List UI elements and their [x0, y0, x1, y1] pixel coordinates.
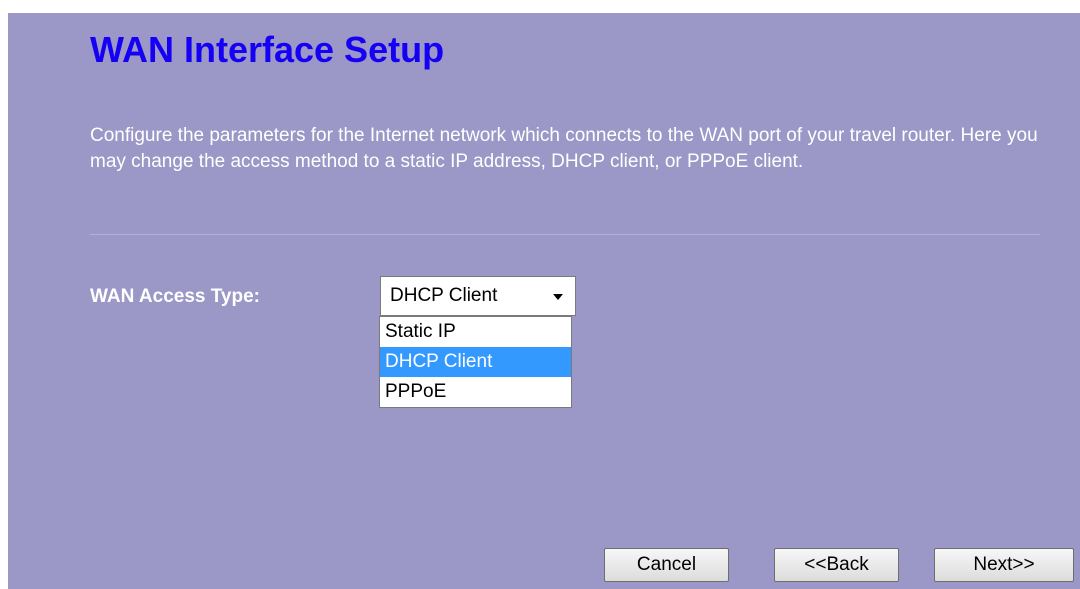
wan-access-type-dropdown: Static IP DHCP Client PPPoE	[379, 316, 572, 408]
back-button[interactable]: <<Back	[774, 548, 899, 582]
wan-access-type-select[interactable]: DHCP Client	[380, 276, 576, 316]
cancel-button[interactable]: Cancel	[604, 548, 729, 582]
next-button[interactable]: Next>>	[934, 548, 1074, 582]
page-title: WAN Interface Setup	[90, 29, 445, 70]
divider	[90, 234, 1040, 235]
wan-access-type-label: WAN Access Type:	[90, 286, 260, 307]
wan-access-type-value: DHCP Client	[390, 285, 498, 306]
option-pppoe[interactable]: PPPoE	[380, 377, 571, 407]
option-dhcp-client[interactable]: DHCP Client	[380, 347, 571, 377]
wizard-panel: WAN Interface Setup Configure the parame…	[8, 13, 1080, 589]
page-description: Configure the parameters for the Interne…	[90, 125, 1038, 172]
chevron-down-icon[interactable]	[553, 294, 563, 300]
option-static-ip[interactable]: Static IP	[380, 317, 571, 347]
